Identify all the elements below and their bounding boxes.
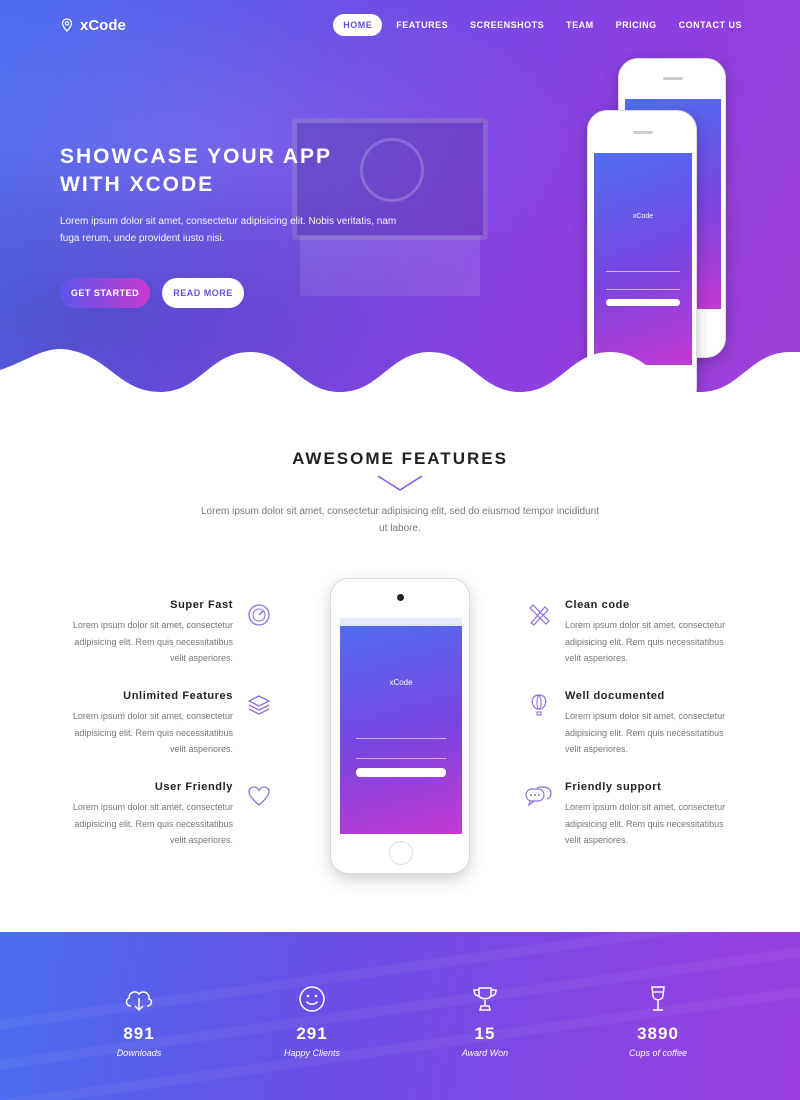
- stat-downloads: 891 Downloads: [79, 982, 199, 1058]
- feature-title: Unlimited Features: [123, 690, 233, 702]
- feature-unlimited-features: Unlimited Features Lorem ipsum dolor sit…: [63, 690, 233, 758]
- stat-award-won: 15 Award Won: [425, 982, 545, 1058]
- nav-screenshots[interactable]: SCREENSHOTS: [462, 14, 552, 36]
- phone-status-bar: [340, 618, 462, 626]
- phone-speaker: [663, 77, 683, 80]
- phone-app-logo: xCode: [389, 678, 413, 687]
- feature-well-documented: Well documented Lorem ipsum dolor sit am…: [565, 690, 735, 758]
- speedometer-icon: [247, 603, 271, 627]
- location-pin-icon: [61, 18, 73, 32]
- hero-description: Lorem ipsum dolor sit amet, consectetur …: [60, 216, 397, 244]
- logo-text: xCode: [80, 16, 126, 34]
- nav-pricing[interactable]: PRICING: [608, 14, 665, 36]
- read-more-button[interactable]: READ MORE: [162, 278, 244, 308]
- hero-title-line-1: SHOWCASE YOUR APP: [60, 145, 333, 168]
- stat-label: Happy Clients: [283, 1048, 341, 1058]
- phone-app-logo: xCode: [632, 213, 654, 220]
- stat-number: 3890: [637, 1024, 679, 1043]
- stat-number: 291: [296, 1024, 328, 1043]
- stat-happy-clients: 291 Happy Clients: [252, 982, 372, 1058]
- top-navbar: xCode HOME FEATURES SCREENSHOTS TEAM PRI…: [60, 12, 750, 38]
- feature-user-friendly: User Friendly Lorem ipsum dolor sit amet…: [63, 781, 233, 849]
- chevron-down-icon: [377, 475, 423, 491]
- heart-icon: [247, 784, 271, 808]
- nav-contact-us[interactable]: CONTACT US: [671, 14, 750, 36]
- nav-features[interactable]: FEATURES: [388, 14, 456, 36]
- feature-clean-code: Clean code Lorem ipsum dolor sit amet, c…: [565, 599, 735, 667]
- phone-speaker: [633, 131, 653, 134]
- trophy-icon: [468, 982, 502, 1016]
- phone-password-field: [356, 758, 446, 759]
- phone-username-field: [356, 738, 446, 739]
- stat-label: Cups of coffee: [628, 1048, 688, 1058]
- logo[interactable]: xCode: [60, 17, 126, 34]
- hero-title: SHOWCASE YOUR APP WITH XCODE: [60, 143, 332, 199]
- phone-login-button: [606, 299, 680, 306]
- features-phone: xCode: [330, 578, 470, 874]
- hot-air-balloon-icon: [527, 693, 551, 717]
- stat-number: 15: [474, 1024, 496, 1043]
- phone-login-button: [356, 768, 446, 777]
- hero-title-line-2: WITH XCODE: [60, 173, 215, 196]
- pencil-ruler-icon: [527, 603, 551, 627]
- feature-title: Well documented: [565, 690, 665, 702]
- feature-title: Clean code: [565, 599, 630, 611]
- phone-username-field: [606, 271, 680, 272]
- stat-label: Award Won: [461, 1048, 509, 1058]
- hero-section: xCode HOME FEATURES SCREENSHOTS TEAM PRI…: [0, 0, 800, 400]
- feature-text: Lorem ipsum dolor sit amet, consectetur …: [72, 620, 233, 663]
- get-started-button[interactable]: GET STARTED: [60, 278, 150, 308]
- stats-section: 891 Downloads 291 Happy Clients 15 Award…: [0, 932, 800, 1100]
- feature-title: Friendly support: [565, 781, 662, 793]
- hero-wave-divider: [0, 349, 800, 400]
- feature-title: User Friendly: [154, 781, 233, 793]
- stat-label: Downloads: [116, 1048, 162, 1058]
- nav-links: HOME FEATURES SCREENSHOTS TEAM PRICING C…: [333, 14, 750, 36]
- features-subtitle: Lorem ipsum dolor sit amet, consectetur …: [201, 506, 599, 534]
- wine-glass-icon: [641, 982, 675, 1016]
- feature-text: Lorem ipsum dolor sit amet, consectetur …: [565, 620, 726, 663]
- layers-icon: [247, 693, 271, 717]
- stat-number: 891: [123, 1024, 155, 1043]
- feature-text: Lorem ipsum dolor sit amet, consectetur …: [72, 711, 233, 754]
- cloud-download-icon: [122, 982, 156, 1016]
- feature-super-fast: Super Fast Lorem ipsum dolor sit amet, c…: [63, 599, 233, 667]
- smiley-icon: [295, 982, 329, 1016]
- feature-text: Lorem ipsum dolor sit amet, consectetur …: [72, 802, 233, 845]
- phone-password-field: [606, 289, 680, 290]
- laptop-sticker: [360, 138, 424, 202]
- feature-title: Super Fast: [170, 599, 233, 611]
- stat-cups-of-coffee: 3890 Cups of coffee: [598, 982, 718, 1058]
- features-title: AWESOME FEATURES: [292, 449, 508, 468]
- phone-home-button: [389, 841, 413, 865]
- chat-bubbles-icon: [525, 784, 553, 808]
- nav-team[interactable]: TEAM: [558, 14, 602, 36]
- features-phone-screen: xCode: [340, 618, 462, 834]
- feature-text: Lorem ipsum dolor sit amet, consectetur …: [565, 802, 726, 845]
- phone-camera: [397, 594, 404, 601]
- nav-home[interactable]: HOME: [333, 14, 383, 36]
- feature-friendly-support: Friendly support Lorem ipsum dolor sit a…: [565, 781, 735, 849]
- feature-text: Lorem ipsum dolor sit amet, consectetur …: [565, 711, 726, 754]
